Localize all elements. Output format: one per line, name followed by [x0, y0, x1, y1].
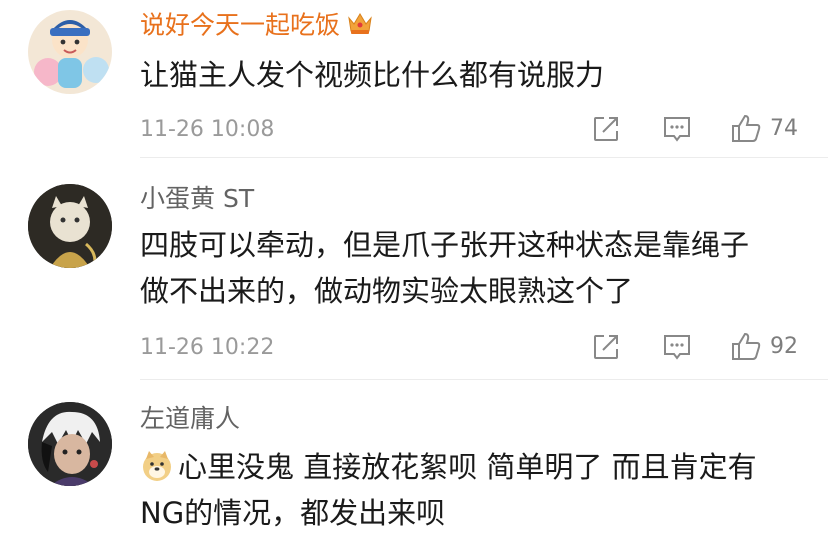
comment-line: NG的情况，都发出来呗: [140, 496, 446, 530]
share-button[interactable]: [592, 333, 620, 361]
comment-text: 让猫主人发个视频比什么都有说服力: [140, 52, 800, 98]
comment-item: 左道庸人 心里没鬼 直接放花絮呗 简单明了 而且肯定有 NG的情况，都发出来呗: [0, 380, 828, 550]
comment-line: 心里没鬼 直接放花絮呗 简单明了 而且肯定有: [140, 444, 800, 490]
comment-line: 四肢可以牵动，但是爪子张开这种状态是靠绳子: [140, 228, 750, 262]
crown-icon: [346, 10, 374, 43]
comment-line: 做不出来的，做动物实验太眼熟这个了: [140, 274, 634, 308]
comment-text: 四肢可以牵动，但是爪子张开这种状态是靠绳子 做不出来的，做动物实验太眼熟这个了: [140, 222, 800, 314]
username[interactable]: 左道庸人: [140, 404, 240, 434]
username[interactable]: 说好今天一起吃饭: [140, 10, 374, 43]
like-button[interactable]: 92: [730, 330, 798, 362]
comment-text: 心里没鬼 直接放花絮呗 简单明了 而且肯定有 NG的情况，都发出来呗: [140, 444, 800, 536]
comment-button[interactable]: [662, 115, 692, 143]
comment-icon: [664, 335, 690, 360]
timestamp: 11-26 10:22: [140, 335, 275, 360]
thumbs-up-icon: [732, 114, 761, 142]
like-count: 74: [770, 115, 798, 141]
share-button[interactable]: [592, 115, 620, 143]
comment-button[interactable]: [662, 333, 692, 361]
avatar[interactable]: [28, 402, 112, 486]
username[interactable]: 小蛋黄 ST: [140, 184, 254, 214]
comment-item: 小蛋黄 ST 四肢可以牵动，但是爪子张开这种状态是靠绳子 做不出来的，做动物实验…: [0, 158, 828, 380]
avatar[interactable]: [28, 10, 112, 94]
username-text[interactable]: 说好今天一起吃饭: [140, 11, 340, 40]
comment-line: 让猫主人发个视频比什么都有说服力: [140, 58, 605, 92]
timestamp: 11-26 10:08: [140, 117, 275, 142]
share-icon: [594, 335, 618, 359]
comment-icon: [664, 117, 690, 142]
like-button[interactable]: 74: [730, 112, 798, 144]
share-icon: [594, 117, 618, 141]
comment-item: 说好今天一起吃饭 让猫主人发个视频比什么都有说服力 11-26 10:08 74: [0, 0, 828, 158]
doge-emoji-icon: [140, 449, 174, 483]
like-count: 92: [770, 333, 798, 359]
thumbs-up-icon: [732, 332, 761, 360]
avatar[interactable]: [28, 184, 112, 268]
